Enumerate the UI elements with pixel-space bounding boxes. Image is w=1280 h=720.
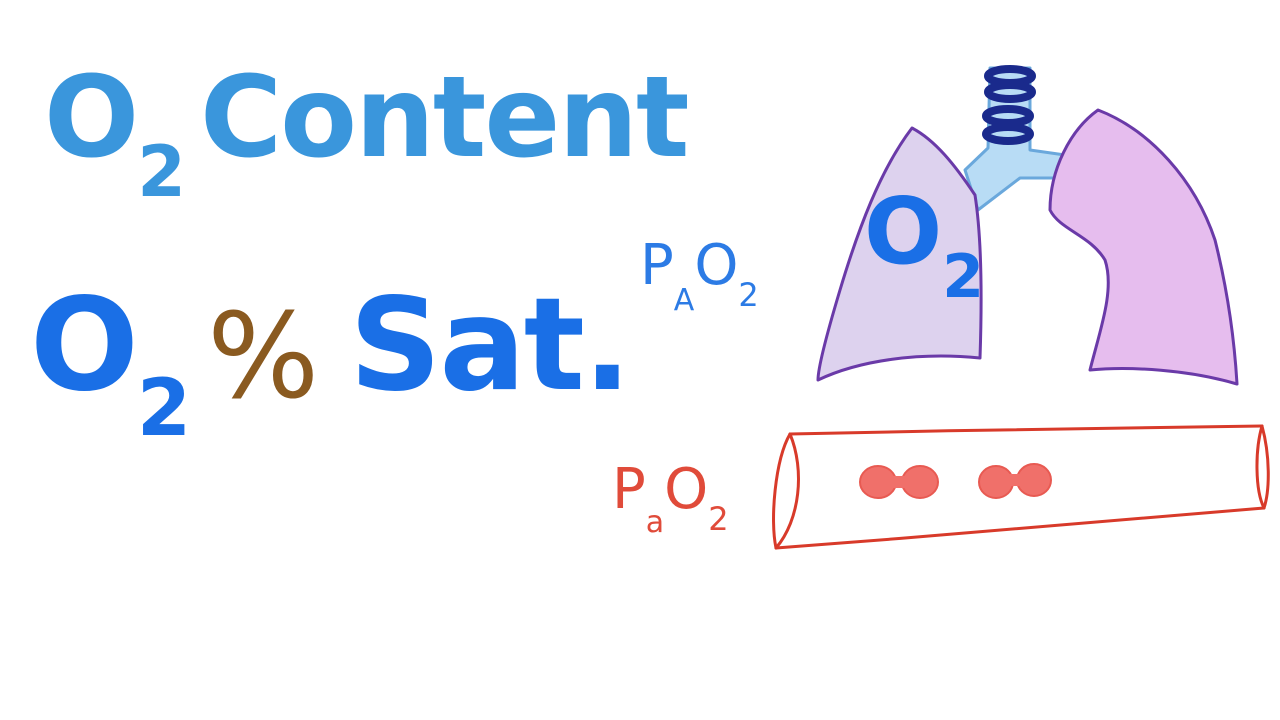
alveolar-p: P	[640, 233, 674, 298]
arterial-p: P	[612, 457, 646, 522]
whiteboard-canvas: O2 Content O2% Sat. PAO2 PaO2 O2	[0, 0, 1280, 720]
arterial-subscript-a: a	[645, 505, 665, 540]
alveolar-subscript-2: 2	[738, 276, 759, 314]
arterial-po2-label: PaO2	[612, 462, 729, 538]
lung-o2-subscript: 2	[942, 242, 984, 312]
o2-content-subscript: 2	[137, 131, 186, 213]
alveolar-subscript-a: A	[673, 283, 695, 318]
lung-o2-label: O2	[864, 186, 984, 308]
arterial-subscript-2: 2	[708, 500, 729, 538]
lung-o2-o: O	[864, 178, 943, 285]
red-blood-cell	[859, 465, 939, 499]
o2-content-o: O	[44, 53, 139, 183]
red-blood-cell	[978, 463, 1052, 499]
o2-content-word: Content	[199, 53, 690, 183]
o2-sat-o: O	[30, 271, 139, 420]
o2-sat-word: Sat.	[349, 271, 631, 420]
o2-content-title: O2 Content	[44, 62, 690, 207]
o2-sat-subscript: 2	[136, 364, 192, 454]
percent-sign: %	[207, 287, 320, 425]
o2-saturation-title: O2% Sat.	[30, 282, 632, 449]
alveolar-o: O	[694, 233, 739, 298]
arterial-o: O	[664, 457, 709, 522]
right-lung	[1048, 108, 1239, 386]
alveolar-po2-label: PAO2	[640, 238, 759, 316]
